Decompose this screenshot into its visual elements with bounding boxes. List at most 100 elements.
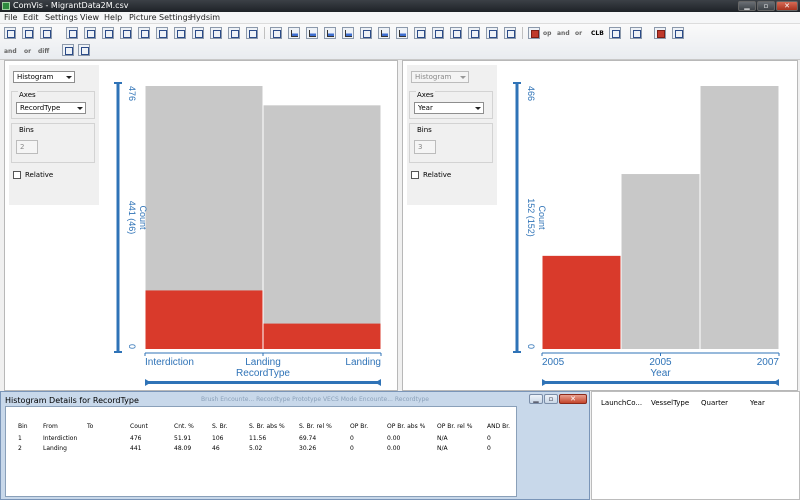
range-slider-handle-right [375,379,381,386]
layout-9-button[interactable] [210,27,222,39]
table-icon[interactable] [78,44,90,56]
column-header-op-br[interactable]: OP Br. [350,423,368,430]
pie-chart-icon[interactable] [360,27,372,39]
column-header-count[interactable]: Count [130,423,148,430]
layout-8-button[interactable] [192,27,204,39]
export-icon[interactable] [504,27,516,39]
layout-5-button[interactable] [138,27,150,39]
y-tick-label: 466 [526,86,536,101]
y-axis-cap-top [513,82,521,84]
menu-help[interactable]: Help [104,13,122,22]
dialog-maximize-button[interactable]: ▫ [544,394,558,404]
clear-brush-button[interactable]: CLB [591,30,604,37]
y-axis-cap-top [114,82,122,84]
no-brush-icon[interactable] [609,27,621,39]
table-header-quarter[interactable]: Quarter [701,399,728,407]
scatterplot-icon[interactable] [288,27,300,39]
table-cell: 69.74 [299,435,317,442]
column-header-s-br-abs[interactable]: S. Br. abs % [249,423,285,430]
save-button[interactable] [40,27,52,39]
menu-picture-settings[interactable]: Picture Settings [129,13,192,22]
open-dataset-button[interactable] [4,27,16,39]
menu-bar: File Edit Settings View Help Picture Set… [0,12,800,24]
column-header-cnt-pct[interactable]: Cnt. % [174,423,194,430]
layout-11-button[interactable] [246,27,258,39]
layout-3-button[interactable] [102,27,114,39]
histogram-bar [621,174,700,349]
column-header-to[interactable]: To [87,423,93,430]
brush-icon[interactable] [270,27,282,39]
folder-icon[interactable] [62,44,74,56]
column-header-and-br[interactable]: AND Br. [487,423,510,430]
table-cell: 106 [212,435,224,442]
histogram-icon[interactable] [324,27,336,39]
recordtype-histogram[interactable]: 0 441 (46) 476 Count Interdiction Landing Land… [5,61,399,392]
parallel-coordinates-icon[interactable] [342,27,354,39]
spiral-icon[interactable] [432,27,444,39]
and-button[interactable]: and [4,48,17,55]
layout-2-button[interactable] [84,27,96,39]
range-slider-bar [145,381,381,384]
y-tick-label: 0 [127,344,137,349]
map-icon[interactable] [450,27,462,39]
maximize-button[interactable]: ▫ [757,1,775,11]
title-bar: ComVis - MigrantData2M.csv ▁ ▫ ✕ [0,0,800,12]
layout-4-button[interactable] [120,27,132,39]
paint-icon[interactable] [654,27,666,39]
year-histogram[interactable]: 0 152 (152) 466 Count 2005 2005 2007 Year [403,61,799,392]
layout-7-button[interactable] [174,27,186,39]
diff-button[interactable]: diff [38,48,49,55]
histogram-bar-selected [263,323,381,349]
surface-icon[interactable] [486,27,498,39]
range-slider-bar [542,381,779,384]
menu-settings[interactable]: Settings [45,13,78,22]
histogram-details-dialog: Histogram Details for RecordType Brush E… [0,391,590,500]
histogram-bar-selected [542,255,621,349]
dialog-title: Histogram Details for RecordType [5,396,139,405]
table-cell: 51.91 [174,435,192,442]
or-button[interactable]: or [24,48,31,55]
x-tick-label: Landing [345,357,381,368]
column-header-s-br[interactable]: S. Br. [212,423,228,430]
minimize-button[interactable]: ▁ [738,1,756,11]
column-header-op-br-abs[interactable]: OP Br. abs % [387,423,425,430]
curve-icon[interactable] [414,27,426,39]
table-cell: Interdiction [43,435,78,442]
column-header-from[interactable]: From [43,423,58,430]
menu-edit[interactable]: Edit [23,13,39,22]
dialog-minimize-button[interactable]: ▁ [529,394,543,404]
axes-icon[interactable] [306,27,318,39]
open-folder-button[interactable] [22,27,34,39]
grid-icon[interactable] [468,27,480,39]
y-axis-bar [515,82,519,353]
brush-red-icon[interactable] [528,27,540,39]
table-header-year[interactable]: Year [750,399,765,407]
table-cell: 476 [130,435,142,442]
y-tick-label: 441 (46) [127,201,137,235]
or-brush-button[interactable]: or [575,30,582,37]
settings-icon[interactable] [672,27,684,39]
close-button[interactable]: ✕ [776,1,798,11]
table-cell: 1 [18,435,22,442]
menu-hydsim[interactable]: Hydsim [190,13,220,22]
layout-10-button[interactable] [228,27,240,39]
menu-view[interactable]: View [80,13,99,22]
table-cell: 0.00 [387,445,401,452]
dialog-close-button[interactable]: ✕ [559,394,587,404]
and-brush-button[interactable]: and [557,30,570,37]
toolbar-separator [264,27,265,39]
column-header-op-br-rel[interactable]: OP Br. rel % [437,423,472,430]
layout-1-button[interactable] [66,27,78,39]
y-axis-cap-bottom [114,351,122,353]
bar-chart-icon[interactable] [378,27,390,39]
line-chart-icon[interactable] [396,27,408,39]
column-header-s-br-rel[interactable]: S. Br. rel % [299,423,332,430]
column-header-bin[interactable]: Bin [18,423,28,430]
table-header-launchco[interactable]: LaunchCo... [601,399,642,407]
menu-file[interactable]: File [4,13,17,22]
link-icon[interactable] [630,27,642,39]
table-header-vesseltype[interactable]: VesselType [651,399,689,407]
op-button[interactable]: op [543,30,551,37]
layout-6-button[interactable] [156,27,168,39]
toolbar-separator [522,27,523,39]
